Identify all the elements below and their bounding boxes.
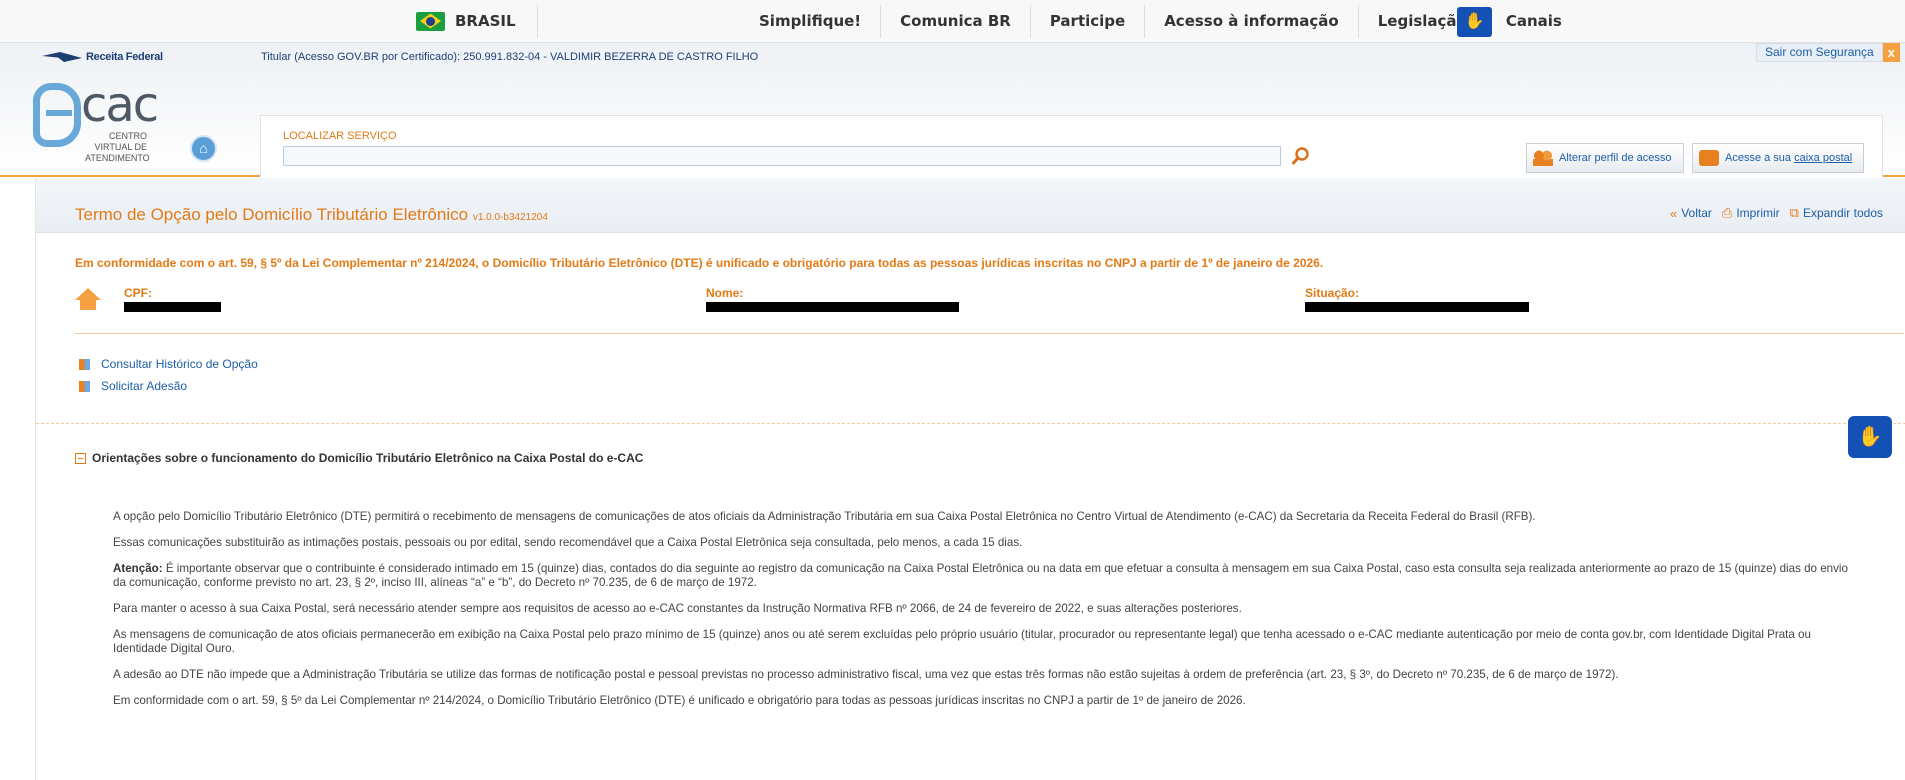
version-label: v1.0.0-b3421204 <box>472 212 548 223</box>
caixa-postal-label: Acesse a sua caixa postal <box>1725 152 1852 164</box>
voltar-label: Voltar <box>1681 206 1712 220</box>
paragraph: Para manter o acesso à sua Caixa Postal,… <box>113 602 1242 615</box>
brasil-link[interactable]: BRASIL <box>416 8 516 34</box>
accessibility-icon[interactable]: ✋ <box>1848 416 1892 458</box>
redacted-value <box>706 302 959 312</box>
cpf-label: CPF: <box>124 286 152 300</box>
alterar-perfil-button[interactable]: Alterar perfil de acesso <box>1526 143 1684 173</box>
bullet-icon <box>79 358 90 370</box>
collapse-icon <box>75 452 86 464</box>
redacted-value <box>124 302 221 312</box>
section-title: Orientações sobre o funcionamento do Dom… <box>92 451 644 465</box>
search-icon[interactable] <box>1291 146 1315 168</box>
cpf-field: CPF: <box>124 286 221 312</box>
divider <box>36 423 1905 424</box>
ecac-logo[interactable]: cac CENTRO VIRTUAL DE ATENDIMENTO <box>33 77 173 163</box>
orientacoes-toggle[interactable]: Orientações sobre o funcionamento do Dom… <box>75 451 643 465</box>
consultar-historico-label: Consultar Histórico de Opção <box>101 357 258 371</box>
atencao-label: Atenção: <box>113 562 163 575</box>
rf-bird-icon <box>42 49 82 65</box>
mail-icon <box>1699 150 1719 166</box>
nome-label: Nome: <box>706 286 744 300</box>
receita-federal-logo[interactable]: Receita Federal <box>42 49 163 65</box>
caixa-link: caixa postal <box>1794 152 1853 164</box>
back-icon: « <box>1669 205 1678 221</box>
ecac-subtitle: CENTRO VIRTUAL DE ATENDIMENTO <box>85 131 150 163</box>
solicitar-adesao-label: Solicitar Adesão <box>101 379 188 393</box>
gov-links: Simplifique! Comunica BR Participe Acess… <box>740 5 1581 38</box>
search-label: LOCALIZAR SERVIÇO <box>283 130 397 142</box>
action-links: Consultar Histórico de Opção Solicitar A… <box>79 353 258 397</box>
brasil-label: BRASIL <box>455 12 516 30</box>
atencao-text: É importante observar que o contribuinte… <box>113 562 1848 589</box>
home-icon[interactable]: ⌂ <box>190 135 217 162</box>
imprimir-button[interactable]: ⎙ Imprimir <box>1722 205 1780 221</box>
paragraph: A adesão ao DTE não impede que a Adminis… <box>113 668 1619 681</box>
rf-logo-text: Receita Federal <box>86 51 163 63</box>
ecac-e-icon <box>33 83 81 147</box>
person-info: CPF: Nome: Situação: <box>75 286 1904 334</box>
expand-icon: ⧉ <box>1789 205 1799 220</box>
flag-icon <box>416 11 445 31</box>
caixa-prefix: Acesse a sua <box>1725 152 1795 164</box>
gov-link-acesso-informacao[interactable]: Acesso à informação <box>1145 5 1359 38</box>
users-icon <box>1533 150 1553 166</box>
print-icon: ⎙ <box>1721 205 1733 220</box>
expandir-label: Expandir todos <box>1802 206 1883 220</box>
orientacoes-text: A opção pelo Domicílio Tributário Eletrô… <box>113 510 1863 720</box>
main-content: Termo de Opção pelo Domicílio Tributário… <box>35 178 1905 780</box>
page-actions: «Voltar ⎙ Imprimir ⧉ Expandir todos <box>1670 205 1883 221</box>
paragraph: As mensagens de comunicação de atos ofic… <box>113 628 1811 655</box>
search-input[interactable] <box>283 146 1281 166</box>
situacao-label: Situação: <box>1305 286 1360 300</box>
caixa-postal-button[interactable]: Acesse a sua caixa postal <box>1692 143 1864 173</box>
paragraph: Em conformidade com o art. 59, § 5º da L… <box>113 694 1246 707</box>
ecac-logo-text: cac <box>81 77 159 133</box>
paragraph: Essas comunicações substituirão as intim… <box>113 536 1023 549</box>
gov-link-comunica[interactable]: Comunica BR <box>881 5 1031 38</box>
page-title: Termo de Opção pelo Domicílio Tributário… <box>75 205 548 225</box>
gov-link-simplifique[interactable]: Simplifique! <box>740 5 882 38</box>
page-title-text: Termo de Opção pelo Domicílio Tributário… <box>75 205 469 224</box>
title-bar: Termo de Opção pelo Domicílio Tributário… <box>36 178 1905 233</box>
alterar-perfil-label: Alterar perfil de acesso <box>1559 152 1672 164</box>
bullet-icon <box>79 380 90 392</box>
notice-text: Em conformidade com o art. 59, § 5º da L… <box>75 256 1324 270</box>
solicitar-adesao-link[interactable]: Solicitar Adesão <box>79 375 258 397</box>
close-icon: x <box>1882 43 1900 62</box>
redacted-value <box>1305 302 1529 312</box>
paragraph: A opção pelo Domicílio Tributário Eletrô… <box>113 510 1536 523</box>
gov-link-participe[interactable]: Participe <box>1031 5 1146 38</box>
gov-link-canais[interactable]: Canais <box>1487 5 1581 38</box>
divider <box>537 5 538 38</box>
logout-button[interactable]: Sair com Segurança x <box>1756 43 1900 62</box>
situacao-field: Situação: <box>1305 286 1529 312</box>
logout-label: Sair com Segurança <box>1756 43 1883 62</box>
gov-bar: BRASIL Simplifique! Comunica BR Particip… <box>0 0 1905 43</box>
house-icon <box>75 288 101 310</box>
imprimir-label: Imprimir <box>1736 206 1780 220</box>
nome-field: Nome: <box>706 286 959 312</box>
voltar-button[interactable]: «Voltar <box>1670 206 1712 221</box>
titular-info: Titular (Acesso GOV.BR por Certificado):… <box>261 51 759 63</box>
accessibility-icon[interactable]: ✋ <box>1457 7 1492 37</box>
consultar-historico-link[interactable]: Consultar Histórico de Opção <box>79 353 258 375</box>
paragraph: Atenção: É importante observar que o con… <box>113 562 1863 590</box>
expandir-button[interactable]: ⧉ Expandir todos <box>1790 205 1883 221</box>
